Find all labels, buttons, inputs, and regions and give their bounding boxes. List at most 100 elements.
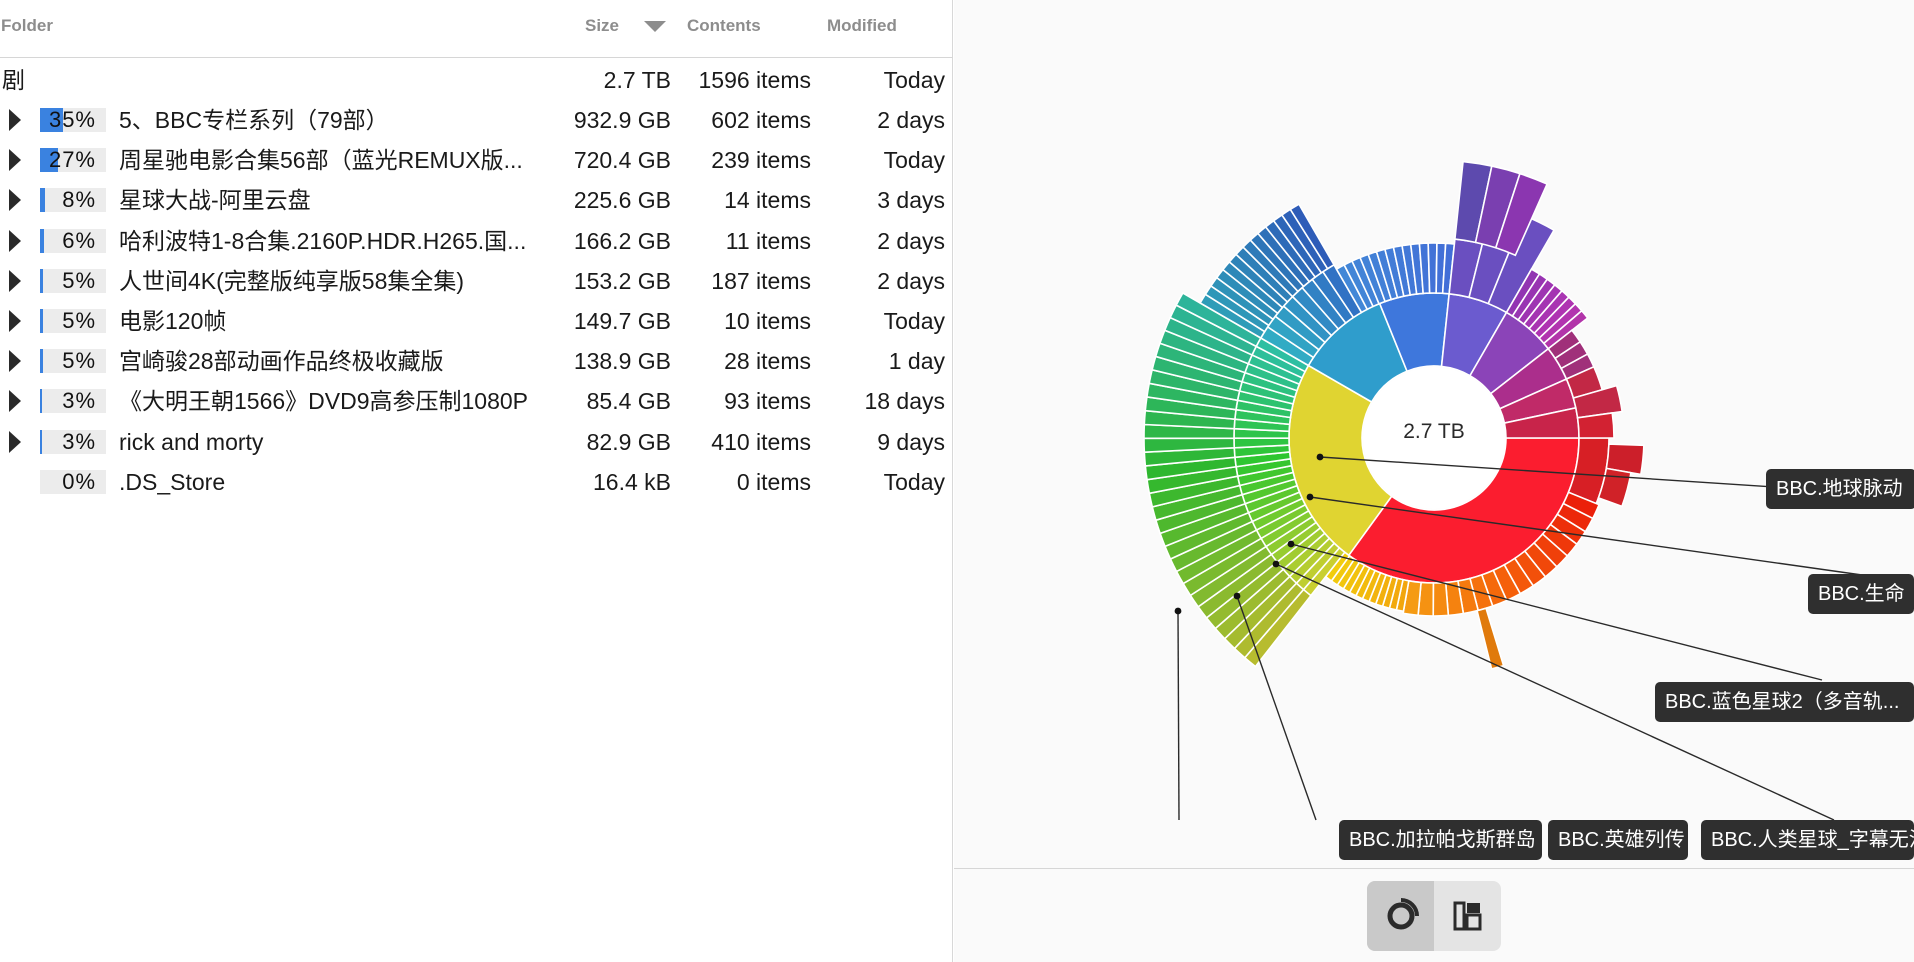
percent-label: 3%: [62, 389, 96, 414]
root-row[interactable]: 剧 2.7 TB 1596 items Today: [0, 59, 953, 99]
folder-size: 149.7 GB: [573, 308, 671, 334]
percent-bar-fill: [40, 268, 43, 293]
root-contents: 1596 items: [698, 67, 811, 93]
percent-bar-fill: [40, 309, 43, 333]
expand-triangle-icon[interactable]: [9, 189, 21, 212]
expand-triangle-icon[interactable]: [9, 310, 21, 332]
percent-label: 35%: [48, 108, 96, 132]
percent-bar: 0%: [40, 469, 106, 494]
column-header-folder[interactable]: Folder: [1, 16, 53, 36]
percent-bar: 8%: [40, 188, 106, 213]
chart-label-galapagos[interactable]: BBC.加拉帕戈斯群岛: [1339, 820, 1542, 860]
folder-row[interactable]: 35% 5、BBC专栏系列（79部） 932.9 GB 602 items 2 days: [0, 99, 953, 139]
folder-modified: 2 days: [877, 227, 945, 254]
folder-size: 82.9 GB: [586, 428, 671, 455]
percent-bar-fill: [40, 228, 44, 253]
chart-center-total: 2.7 TB: [1403, 420, 1464, 443]
folder-row[interactable]: 3% rick and morty 82.9 GB 410 items 9 days: [0, 421, 953, 461]
column-header-contents[interactable]: Contents: [687, 16, 761, 36]
folder-size: 153.2 GB: [573, 267, 671, 294]
leader-dot: [1272, 560, 1280, 568]
folder-contents: 93 items: [724, 388, 811, 415]
folder-contents: 602 items: [711, 107, 811, 133]
folder-contents: 187 items: [711, 267, 811, 294]
percent-bar: 5%: [40, 349, 106, 374]
treemap-icon: [1453, 901, 1482, 931]
folder-contents: 28 items: [724, 348, 811, 375]
folder-contents: 11 items: [725, 227, 811, 254]
folder-contents: 14 items: [724, 187, 811, 214]
folder-row[interactable]: 3% 《大明王朝1566》DVD9高参压制1080P 85.4 GB 93 items…: [0, 380, 953, 420]
folder-modified: Today: [883, 468, 945, 495]
percent-bar: 3%: [40, 429, 106, 454]
folder-name: 周星驰电影合集56部（蓝光REMUX版...: [119, 147, 523, 174]
folder-modified: 18 days: [864, 388, 945, 415]
ring-segment-level2[interactable]: [1576, 412, 1615, 439]
percent-label: 8%: [62, 188, 96, 213]
folder-row[interactable]: 27% 周星驰电影合集56部（蓝光REMUX版... 720.4 GB 239 ite…: [0, 139, 953, 179]
folder-size: 932.9 GB: [573, 107, 671, 133]
expand-triangle-icon[interactable]: [9, 390, 21, 413]
folder-name: 《大明王朝1566》DVD9高参压制1080P: [119, 388, 529, 415]
ring-chart[interactable]: 2.7 TB: [954, 0, 1914, 868]
sort-descending-icon[interactable]: [644, 21, 666, 32]
folder-row[interactable]: 5% 宫崎骏28部动画作品终极收藏版 138.9 GB 28 items 1 day: [0, 340, 953, 380]
folder-name: 电影120帧: [119, 308, 227, 334]
chart-label-planet-earth[interactable]: BBC.地球脉动: [1766, 469, 1914, 509]
leader-dot: [1306, 493, 1314, 501]
column-header-size[interactable]: Size: [585, 16, 619, 36]
expand-triangle-icon[interactable]: [9, 229, 21, 252]
folder-row[interactable]: 5% 人世间4K(完整版纯享版58集全集) 153.2 GB 187 items 2 d…: [0, 260, 953, 300]
column-header-modified[interactable]: Modified: [827, 16, 897, 36]
expand-triangle-icon[interactable]: [9, 109, 21, 131]
percent-label: 3%: [62, 429, 96, 454]
folder-name: 宫崎骏28部动画作品终极收藏版: [119, 348, 444, 375]
root-modified: Today: [883, 67, 945, 93]
root-size: 2.7 TB: [603, 67, 671, 93]
percent-bar: 35%: [40, 108, 106, 132]
ring-chart-view-button[interactable]: [1367, 881, 1434, 951]
view-switcher-bar: [954, 868, 1914, 962]
leader-line: [1177, 610, 1180, 821]
folder-name: 5、BBC专栏系列（79部）: [119, 107, 389, 133]
folder-size: 85.4 GB: [586, 388, 671, 415]
chart-label-blue-planet-2[interactable]: BBC.蓝色星球2（多音轨...: [1655, 682, 1914, 722]
expand-triangle-icon[interactable]: [9, 269, 21, 292]
percent-bar: 27%: [40, 148, 106, 173]
folder-row[interactable]: 6% 哈利波特1-8合集.2160P.HDR.H265.国... 166.2 GB 1…: [0, 220, 953, 260]
chart-label-human-planet[interactable]: BBC.人类星球_字幕无法: [1701, 820, 1914, 860]
treemap-view-button[interactable]: [1434, 881, 1501, 951]
ring-segment-level2[interactable]: [1432, 581, 1450, 617]
folder-row[interactable]: 0% .DS_Store 16.4 kB 0 items Today: [0, 461, 953, 501]
ring-chart-pane: 2.7 TB BBC.地球脉动 BBC.生命 BBC.蓝色星球2（多音轨... …: [954, 0, 1914, 868]
leader-dot: [1233, 592, 1241, 600]
folder-contents: 10 items: [724, 308, 811, 334]
percent-label: 0%: [62, 469, 96, 494]
folder-row[interactable]: 8% 星球大战-阿里云盘 225.6 GB 14 items 3 days: [0, 179, 953, 219]
folder-modified: Today: [883, 147, 945, 174]
percent-label: 5%: [62, 349, 96, 374]
folder-modified: 9 days: [877, 428, 945, 455]
expand-triangle-icon[interactable]: [9, 430, 21, 453]
folder-modified: Today: [883, 308, 945, 334]
leader-dot: [1174, 607, 1182, 615]
folder-row[interactable]: 5% 电影120帧 149.7 GB 10 items Today: [0, 300, 953, 340]
percent-bar-fill: [40, 389, 42, 414]
ring-segment-level3[interactable]: [1476, 607, 1505, 670]
folder-list-pane: Folder Size Contents Modified 剧 2.7 TB 1…: [0, 0, 953, 962]
leader-dot: [1316, 453, 1324, 461]
folder-size: 166.2 GB: [573, 227, 671, 254]
expand-triangle-icon[interactable]: [9, 149, 21, 172]
chart-label-heroes[interactable]: BBC.英雄列传: [1548, 820, 1688, 860]
root-folder-name: 剧: [2, 67, 25, 93]
percent-label: 5%: [62, 309, 96, 333]
expand-triangle-icon[interactable]: [9, 350, 21, 373]
percent-bar: 5%: [40, 268, 106, 293]
view-switcher: [1367, 881, 1501, 951]
column-header-bar: Folder Size Contents Modified: [0, 0, 953, 58]
folder-name: 哈利波特1-8合集.2160P.HDR.H265.国...: [119, 227, 527, 254]
percent-bar: 3%: [40, 389, 106, 414]
percent-bar: 6%: [40, 228, 106, 253]
chart-label-life[interactable]: BBC.生命: [1808, 574, 1914, 614]
percent-label: 6%: [62, 228, 96, 253]
